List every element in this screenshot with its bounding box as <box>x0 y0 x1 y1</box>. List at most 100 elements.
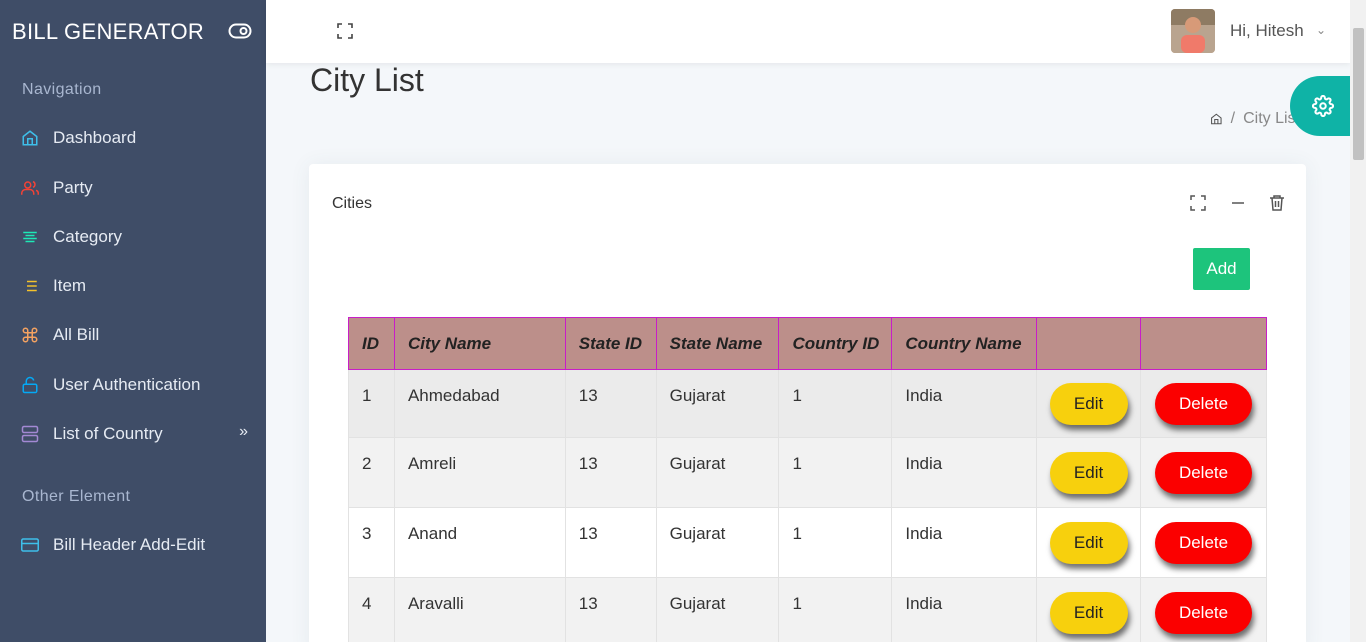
page-title: City List <box>310 62 424 98</box>
cell-id: 2 <box>348 437 395 508</box>
cell-delete: Delete <box>1140 577 1267 642</box>
delete-button[interactable]: Delete <box>1155 382 1253 425</box>
cell-state-name: Gujarat <box>655 437 780 508</box>
column-header-state-id[interactable]: State ID <box>564 317 657 370</box>
sidebar-item-item[interactable]: Item <box>0 267 266 305</box>
cell-country-name: India <box>891 577 1038 642</box>
sidebar-item-category[interactable]: Category <box>0 218 266 256</box>
cell-delete: Delete <box>1140 507 1267 578</box>
table-row: 3 Anand 13 Gujarat 1 India Edit Delete <box>348 507 1267 578</box>
sidebar-item-dashboard[interactable]: Dashboard <box>0 119 266 157</box>
fullscreen-icon[interactable] <box>337 23 353 39</box>
home-icon[interactable] <box>1210 111 1223 127</box>
maximize-icon[interactable] <box>1189 194 1207 212</box>
cell-id: 3 <box>348 507 395 578</box>
list-icon <box>21 277 39 295</box>
gear-icon <box>1312 95 1334 117</box>
cell-country-id: 1 <box>778 437 893 508</box>
sidebar-item-label: Category <box>53 227 122 246</box>
column-header-edit <box>1036 317 1142 370</box>
sidebar-item-label: All Bill <box>53 325 100 344</box>
cell-country-id: 1 <box>778 577 893 642</box>
sidebar-item-label: Bill Header Add-Edit <box>53 535 206 554</box>
cell-country-name: India <box>891 507 1038 578</box>
edit-button[interactable]: Edit <box>1049 521 1128 564</box>
edit-button[interactable]: Edit <box>1049 451 1128 494</box>
cell-city-name: Amreli <box>393 437 566 508</box>
cell-city-name: Anand <box>393 507 566 578</box>
sidebar-item-bill-header-add-edit[interactable]: Bill Header Add-Edit <box>0 526 266 564</box>
edit-button[interactable]: Edit <box>1049 591 1128 634</box>
column-header-delete <box>1140 317 1267 370</box>
cell-country-name: India <box>891 437 1038 508</box>
cell-id: 4 <box>348 577 395 642</box>
cell-edit: Edit <box>1036 437 1142 508</box>
nav-caption-other-element: Other Element <box>22 488 131 505</box>
sidebar-item-label: List of Country <box>53 424 163 443</box>
cell-state-name: Gujarat <box>655 369 780 438</box>
cell-country-name: India <box>891 369 1038 438</box>
avatar[interactable] <box>1171 9 1215 53</box>
cell-city-name: Aravalli <box>393 577 566 642</box>
brand-header: BILL GENERATOR <box>0 0 266 63</box>
chevrons-right-icon: » <box>239 423 248 440</box>
sidebar-item-party[interactable]: Party <box>0 169 266 207</box>
cell-city-name: Ahmedabad <box>393 369 566 438</box>
column-header-id[interactable]: ID <box>348 317 395 370</box>
page-scrollbar[interactable] <box>1350 0 1366 642</box>
sidebar-item-user-authentication[interactable]: User Authentication <box>0 366 266 404</box>
command-icon <box>21 326 39 344</box>
cell-id: 1 <box>348 369 395 438</box>
align-center-icon <box>21 228 39 246</box>
server-icon <box>21 425 39 443</box>
cell-state-name: Gujarat <box>655 577 780 642</box>
home-icon <box>21 129 39 147</box>
chevron-down-icon[interactable]: ⌄ <box>1316 23 1326 37</box>
cell-edit: Edit <box>1036 507 1142 578</box>
breadcrumb: / City List <box>1210 110 1300 128</box>
trash-icon[interactable] <box>1268 194 1286 212</box>
sidebar-item-label: Party <box>53 178 93 197</box>
cell-delete: Delete <box>1140 369 1267 438</box>
column-header-state-name[interactable]: State Name <box>655 317 780 370</box>
delete-button[interactable]: Delete <box>1155 591 1253 634</box>
menu-toggle-icon[interactable] <box>228 22 252 40</box>
settings-button[interactable] <box>1290 76 1350 136</box>
credit-card-icon <box>21 536 39 554</box>
unlock-icon <box>21 376 39 394</box>
cell-state-id: 13 <box>564 507 657 578</box>
cell-edit: Edit <box>1036 369 1142 438</box>
card-title: Cities <box>332 195 373 212</box>
breadcrumb-separator: / <box>1230 110 1236 127</box>
cell-state-id: 13 <box>564 369 657 438</box>
user-greeting[interactable]: Hi, Hitesh <box>1230 21 1304 41</box>
cell-state-id: 13 <box>564 577 657 642</box>
cell-country-id: 1 <box>778 369 893 438</box>
sidebar-item-label: Dashboard <box>53 128 137 147</box>
delete-button[interactable]: Delete <box>1155 451 1253 494</box>
sidebar: BILL GENERATOR Navigation Dashboard Part… <box>0 0 266 642</box>
sidebar-item-label: User Authentication <box>53 375 201 394</box>
column-header-country-id[interactable]: Country ID <box>778 317 893 370</box>
scrollbar-thumb[interactable] <box>1353 28 1364 160</box>
add-button[interactable]: Add <box>1193 248 1250 290</box>
table-header-row: ID City Name State ID State Name Country… <box>348 317 1267 370</box>
table-row: 2 Amreli 13 Gujarat 1 India Edit Delete <box>348 437 1267 508</box>
minimize-icon[interactable] <box>1229 194 1247 212</box>
delete-button[interactable]: Delete <box>1155 521 1253 564</box>
nav-caption-navigation: Navigation <box>22 81 102 98</box>
cell-edit: Edit <box>1036 577 1142 642</box>
column-header-city-name[interactable]: City Name <box>393 317 566 370</box>
sidebar-item-all-bill[interactable]: All Bill <box>0 316 266 354</box>
cell-state-id: 13 <box>564 437 657 508</box>
cell-delete: Delete <box>1140 437 1267 508</box>
edit-button[interactable]: Edit <box>1049 382 1128 425</box>
sidebar-item-list-of-country[interactable]: List of Country » <box>0 415 266 453</box>
cell-state-name: Gujarat <box>655 507 780 578</box>
cities-table: ID City Name State ID State Name Country… <box>348 317 1267 642</box>
top-header: Hi, Hitesh ⌄ <box>266 0 1350 63</box>
table-row: 4 Aravalli 13 Gujarat 1 India Edit Delet… <box>348 577 1267 642</box>
column-header-country-name[interactable]: Country Name <box>891 317 1038 370</box>
cell-country-id: 1 <box>778 507 893 578</box>
sidebar-item-label: Item <box>53 276 87 295</box>
